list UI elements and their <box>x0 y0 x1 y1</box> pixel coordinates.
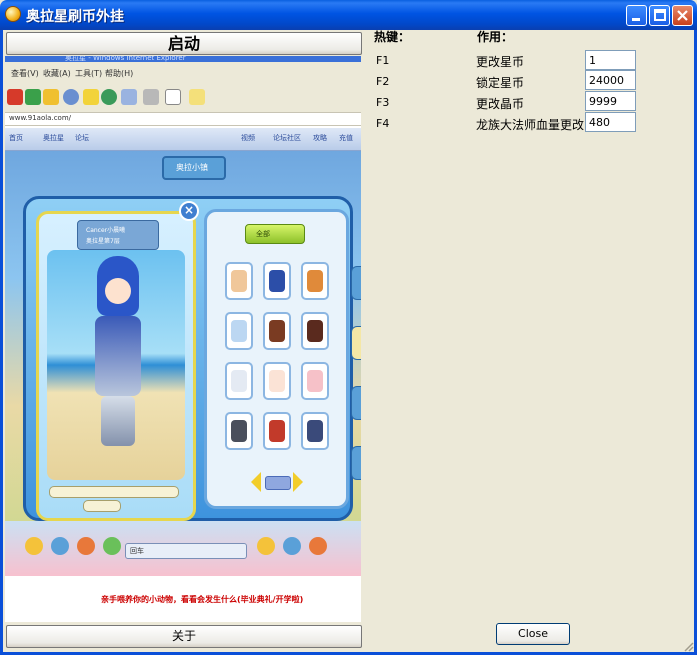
wardrobe-next-arrow-icon[interactable] <box>293 472 303 492</box>
hotkey-f4-action: 龙族大法师血量更改 <box>476 118 585 132</box>
game-menu-icon[interactable] <box>257 537 275 555</box>
app-icon <box>5 6 21 22</box>
browser-menu-tools[interactable]: 工具(T) <box>75 68 102 79</box>
wardrobe-item[interactable] <box>225 262 253 300</box>
side-tab[interactable] <box>351 266 361 300</box>
hotkey-f3-label: F3 <box>376 96 390 109</box>
site-nav-item[interactable]: 论坛 <box>75 133 89 145</box>
hotkey-f1-label: F1 <box>376 54 390 67</box>
character-portrait: Cancer小晨曦 奥拉星第7层 <box>36 211 196 521</box>
edit-icon[interactable] <box>165 89 181 105</box>
close-window-button[interactable] <box>672 5 693 26</box>
dragon-mage-hp-input[interactable] <box>585 112 636 132</box>
dress-panel-close-button[interactable]: × <box>179 201 199 221</box>
site-nav-item[interactable]: 首页 <box>9 133 23 145</box>
game-bottom-bar: 回车 <box>5 521 361 576</box>
browser-menu-help[interactable]: 帮助(H) <box>105 68 133 79</box>
browser-menu-bar: 查看(V) 收藏(A) 工具(T) 帮助(H) <box>5 62 361 85</box>
resize-grip-icon[interactable] <box>682 640 694 652</box>
close-button[interactable]: Close <box>496 623 570 645</box>
embedded-browser[interactable]: 奥拉星 - Windows Internet Explorer 查看(V) 收藏… <box>5 56 361 622</box>
browser-toolbar <box>5 84 361 113</box>
side-tab[interactable] <box>351 326 361 360</box>
wardrobe-prev-arrow-icon[interactable] <box>251 472 261 492</box>
wardrobe-grid: 全部 <box>204 209 349 509</box>
dress-up-panel: Cancer小晨曦 奥拉星第7层 × 全部 <box>23 196 353 521</box>
site-nav-item[interactable]: 奥拉星 <box>43 133 64 145</box>
game-menu-icon[interactable] <box>77 537 95 555</box>
wardrobe-item[interactable] <box>301 262 329 300</box>
title-bar[interactable]: 奥拉星刷币外挂 <box>0 0 697 30</box>
side-tab[interactable] <box>351 386 361 420</box>
search-icon[interactable] <box>63 89 79 105</box>
notes-icon[interactable] <box>189 89 205 105</box>
minimize-button[interactable] <box>626 5 647 26</box>
minimize-icon <box>632 18 640 21</box>
wardrobe-item[interactable] <box>225 312 253 350</box>
game-chat-input[interactable]: 回车 <box>125 543 247 559</box>
character-name-box: Cancer小晨曦 奥拉星第7层 <box>77 220 159 250</box>
site-nav-item[interactable]: 攻略 <box>313 133 327 145</box>
site-nav-bar: 首页 奥拉星 论坛 视频 论坛社区 攻略 充值 <box>5 128 361 151</box>
mail-icon[interactable] <box>121 89 137 105</box>
hotkey-f4-label: F4 <box>376 117 390 130</box>
wardrobe-page-indicator <box>265 476 291 490</box>
history-icon[interactable] <box>101 89 117 105</box>
maximize-icon <box>654 9 666 21</box>
game-menu-icon[interactable] <box>51 537 69 555</box>
wardrobe-item[interactable] <box>263 312 291 350</box>
portrait-footer-bar[interactable] <box>49 486 179 498</box>
game-notice-banner: 亲手喂养你的小动物，看看会发生什么(毕业典礼/开学啦) <box>5 576 361 622</box>
browser-menu-favorites[interactable]: 收藏(A) <box>43 68 71 79</box>
wardrobe-item[interactable] <box>263 262 291 300</box>
action-column-header: 作用： <box>477 30 514 44</box>
favorites-icon[interactable] <box>83 89 99 105</box>
print-icon[interactable] <box>143 89 159 105</box>
start-button[interactable]: 启动 <box>6 32 362 55</box>
lock-star-coin-input[interactable] <box>585 70 636 90</box>
home-icon[interactable] <box>43 89 59 105</box>
game-menu-icon[interactable] <box>309 537 327 555</box>
game-side-tabs <box>351 266 361 516</box>
hotkey-f2-label: F2 <box>376 75 390 88</box>
hotkey-f3-action: 更改晶币 <box>476 97 525 111</box>
star-coin-value-input[interactable] <box>585 50 636 70</box>
wardrobe-item[interactable] <box>225 362 253 400</box>
game-menu-icon[interactable] <box>283 537 301 555</box>
address-text: www.91aola.com/ <box>9 114 72 122</box>
close-icon <box>677 10 688 21</box>
hotkey-f1-action: 更改星币 <box>476 55 525 69</box>
browser-menu-view[interactable]: 查看(V) <box>11 68 39 79</box>
wardrobe-item[interactable] <box>301 362 329 400</box>
site-nav-item[interactable]: 充值 <box>339 133 353 145</box>
wardrobe-item[interactable] <box>225 412 253 450</box>
wardrobe-filter-dropdown[interactable]: 全部 <box>245 224 305 244</box>
stop-icon[interactable] <box>7 89 23 105</box>
site-nav-item[interactable]: 视频 <box>241 133 255 145</box>
wardrobe-item[interactable] <box>301 412 329 450</box>
wardrobe-item[interactable] <box>263 362 291 400</box>
side-tab[interactable] <box>351 446 361 480</box>
game-top-sign: 奥拉小镇 <box>162 156 226 180</box>
wardrobe-item[interactable] <box>301 312 329 350</box>
character-figure <box>89 256 147 446</box>
game-menu-icon[interactable] <box>103 537 121 555</box>
crystal-coin-value-input[interactable] <box>585 91 636 111</box>
portrait-footer-badge[interactable] <box>83 500 121 512</box>
wardrobe-item[interactable] <box>263 412 291 450</box>
site-nav-item[interactable]: 论坛社区 <box>273 133 301 145</box>
notice-text: 亲手喂养你的小动物，看看会发生什么(毕业典礼/开学啦) <box>101 595 304 604</box>
refresh-icon[interactable] <box>25 89 41 105</box>
hotkey-column-header: 热键： <box>374 30 411 44</box>
game-view[interactable]: 奥拉小镇 Cancer小晨曦 奥拉星第7层 × 全部 回车 <box>5 151 361 576</box>
game-menu-icon[interactable] <box>25 537 43 555</box>
window-title: 奥拉星刷币外挂 <box>26 9 124 25</box>
character-title: 奥拉星第7层 <box>86 238 120 245</box>
browser-address-bar[interactable]: www.91aola.com/ <box>5 113 361 126</box>
about-button[interactable]: 关于 <box>6 625 362 648</box>
character-name: Cancer小晨曦 <box>86 227 126 234</box>
maximize-button[interactable] <box>649 5 670 26</box>
hotkey-f2-action: 锁定星币 <box>476 76 525 90</box>
